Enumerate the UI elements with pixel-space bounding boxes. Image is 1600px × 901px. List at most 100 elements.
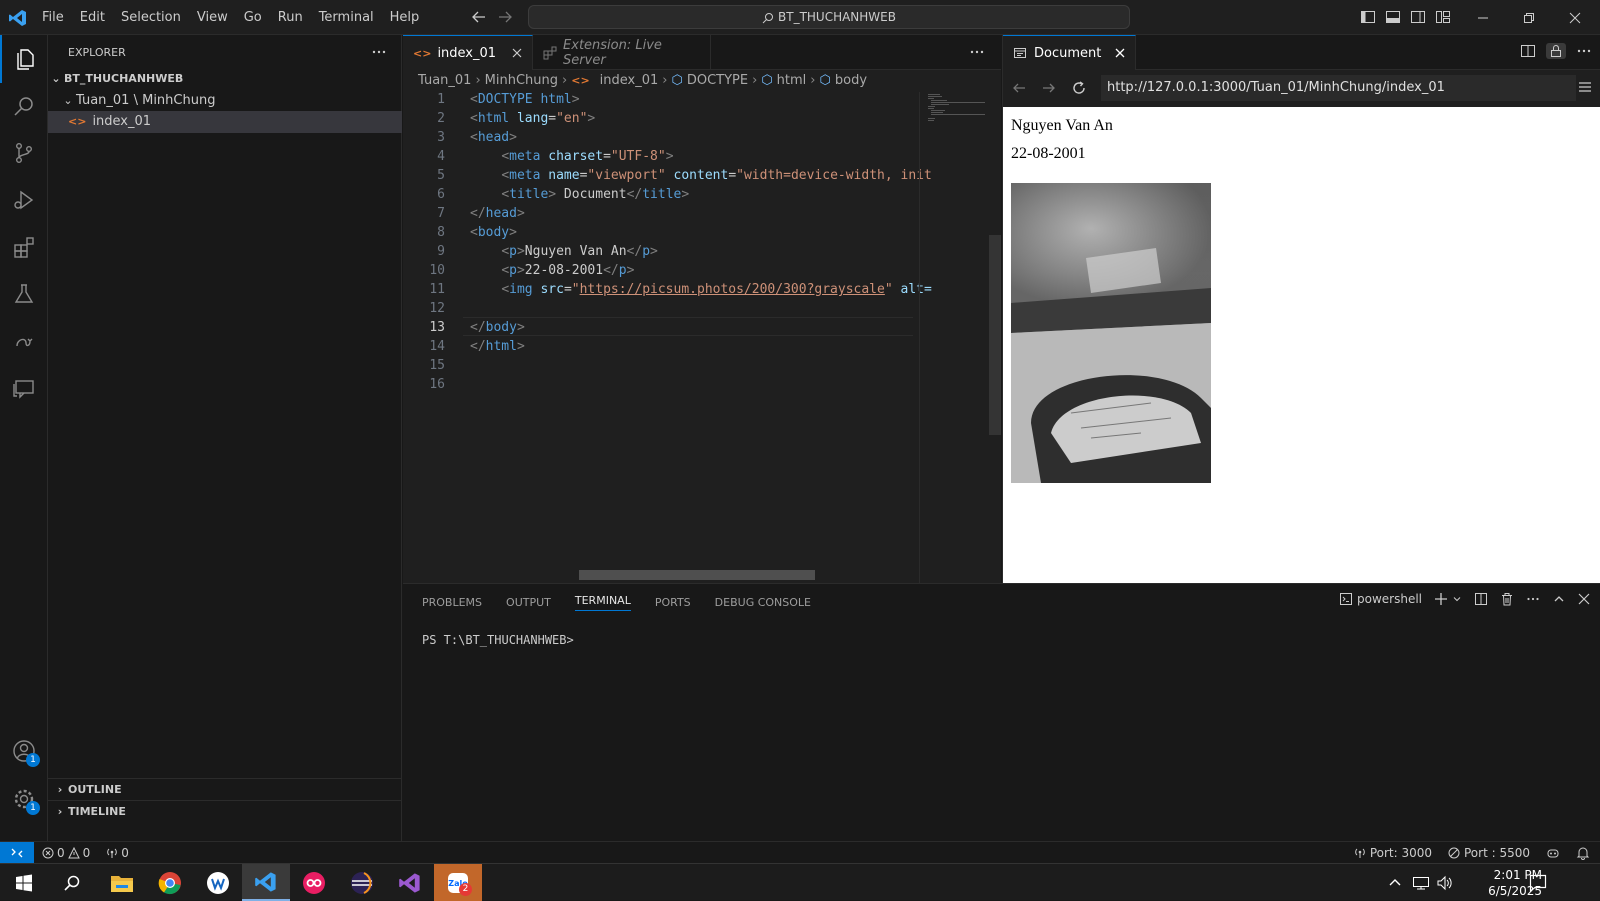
breadcrumb-item[interactable]: Tuan_01 [418,70,471,92]
breadcrumb-item[interactable]: html [777,70,807,92]
run-debug-icon[interactable] [0,176,48,224]
line-number: 10 [429,263,445,278]
forward-arrow-icon[interactable] [496,8,514,26]
toggle-primary-sidebar-icon[interactable] [1360,9,1376,25]
restore-icon[interactable] [1506,0,1552,35]
close-tab-icon[interactable] [512,48,522,58]
back-arrow-icon[interactable] [470,8,488,26]
reload-icon[interactable] [1071,80,1087,96]
ports-indicator[interactable]: 0 [106,846,129,860]
explorer-more-actions-icon[interactable] [371,44,387,60]
close-panel-icon[interactable] [1578,593,1590,605]
extensions-icon[interactable] [0,223,48,271]
menu-view[interactable]: View [189,0,236,35]
chrome-icon[interactable] [146,864,194,901]
toggle-panel-icon[interactable] [1385,9,1401,25]
remote-indicator-icon[interactable] [0,842,34,864]
tab-problems[interactable]: PROBLEMS [422,596,482,609]
app-w-icon[interactable] [194,864,242,901]
live-server-port-5500[interactable]: Port : 5500 [1448,846,1530,860]
tab-document[interactable]: Document [1003,35,1137,70]
workspace-root[interactable]: ⌄ BT_THUCHANHWEB [48,68,402,90]
customize-layout-icon[interactable] [1435,9,1451,25]
eclipse-icon[interactable] [338,864,386,901]
volume-icon[interactable] [1436,875,1454,891]
broadcast-icon [1354,847,1366,859]
source-control-icon[interactable] [0,129,48,177]
breadcrumb-item[interactable]: MinhChung [485,70,558,92]
tab-extension-live-server[interactable]: Extension: Live Server [533,35,712,70]
tab-debug-console[interactable]: DEBUG CONSOLE [715,596,811,609]
forward-arrow-icon[interactable] [1041,80,1057,96]
menu-run[interactable]: Run [270,0,311,35]
chevron-down-icon[interactable] [1452,594,1462,604]
outline-section[interactable]: › OUTLINE [48,778,402,800]
testing-icon[interactable] [0,270,48,318]
vertical-scrollbar[interactable] [989,235,1001,435]
explorer-title: EXPLORER [68,46,126,59]
back-arrow-icon[interactable] [1011,80,1027,96]
html-file-icon: <> [571,74,590,87]
accounts-icon[interactable]: 1 [0,727,48,775]
live-server-port-3000[interactable]: Port: 3000 [1354,846,1432,860]
explorer-sidebar: EXPLORER ⌄ BT_THUCHANHWEB ⌄ Tuan_01 \ Minh… [48,35,402,841]
menu-file[interactable]: File [34,0,72,35]
visual-studio-icon[interactable] [386,864,434,901]
menu-edit[interactable]: Edit [72,0,113,35]
problems-indicator[interactable]: 0 0 [42,846,90,860]
file-index-01[interactable]: <> index_01 [48,111,402,133]
command-center-search[interactable]: BT_THUCHANHWEB [528,5,1130,29]
breadcrumb-item[interactable]: index_01 [600,70,659,92]
tab-index-01[interactable]: <> index_01 [403,35,534,70]
menu-go[interactable]: Go [236,0,270,35]
file-explorer-icon[interactable] [98,864,146,901]
search-activity-icon[interactable] [0,82,48,130]
vscode-taskbar-icon[interactable] [242,864,290,901]
tab-ports[interactable]: PORTS [655,596,691,609]
block-icon [1448,847,1460,859]
code-editor[interactable]: 1 2 3 4 5 6 7 8 9 10 11 12 13 14 15 16 <DOCTYPE html> <… [403,92,931,583]
close-window-icon[interactable] [1552,0,1598,35]
maximize-panel-chevron-up-icon[interactable] [1552,592,1566,606]
comments-icon[interactable] [0,364,48,412]
app-oo-icon[interactable] [290,864,338,901]
tab-output[interactable]: OUTPUT [506,596,551,609]
settings-gear-icon[interactable]: 1 [0,775,48,823]
zalo-icon[interactable]: Zalo 2 [434,864,482,901]
system-tray-chevron-up-icon[interactable] [1388,876,1402,890]
taskbar-search-icon[interactable] [48,864,96,901]
split-editor-icon[interactable] [1520,43,1536,59]
breadcrumb-item[interactable]: DOCTYPE [687,70,748,92]
trash-icon[interactable] [1500,592,1514,606]
new-terminal-plus-icon[interactable] [1434,592,1448,606]
tab-terminal[interactable]: TERMINAL [574,594,631,611]
explorer-icon[interactable] [0,35,48,83]
terminal-output[interactable]: PS T:\BT_THUCHANHWEB> [403,620,1600,660]
lock-icon[interactable] [1546,43,1566,59]
minimize-icon[interactable] [1460,0,1506,35]
network-icon[interactable] [1412,875,1430,891]
folder-tuan01-minhchung[interactable]: ⌄ Tuan_01 \ MinhChung [48,90,402,112]
remote-explorer-icon[interactable] [0,317,48,365]
windows-start-icon[interactable] [0,864,48,901]
notification-center-icon[interactable] [1528,873,1548,893]
toggle-secondary-sidebar-icon[interactable] [1410,9,1426,25]
terminal-shell-label[interactable]: powershell [1357,592,1422,606]
preview-more-actions-icon[interactable] [1576,43,1592,59]
split-terminal-icon[interactable] [1474,592,1488,606]
notifications-bell-icon[interactable] [1576,846,1590,860]
menu-help[interactable]: Help [382,0,428,35]
line-number: 8 [437,225,445,240]
horizontal-scrollbar[interactable] [579,570,815,580]
breadcrumb-item[interactable]: body [835,70,867,92]
menu-selection[interactable]: Selection [113,0,189,35]
minimap[interactable] [919,92,985,583]
editor-more-actions-icon[interactable] [969,44,985,60]
copilot-icon[interactable] [1546,846,1560,860]
close-tab-icon[interactable] [1115,48,1125,58]
panel-more-actions-icon[interactable] [1526,592,1540,606]
hamburger-menu-icon[interactable] [1578,80,1592,94]
timeline-section[interactable]: › TIMELINE [48,800,402,822]
menu-terminal[interactable]: Terminal [311,0,382,35]
url-field[interactable]: http://127.0.0.1:3000/Tuan_01/MinhChung/… [1101,75,1576,101]
